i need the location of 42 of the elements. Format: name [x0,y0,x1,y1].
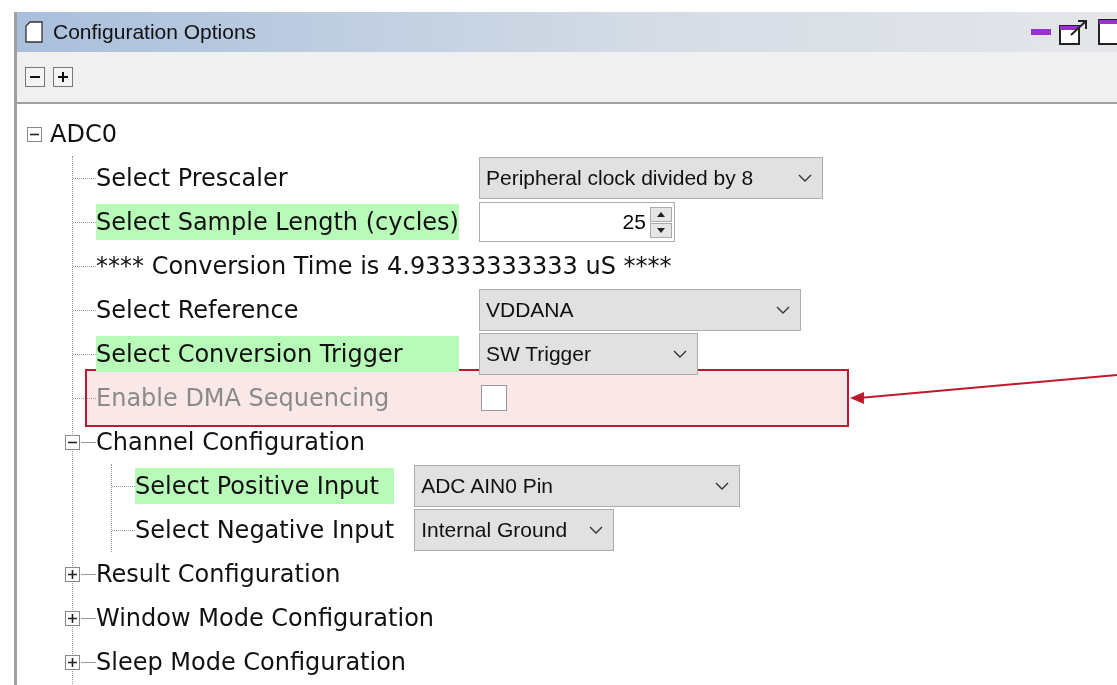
minimize-icon[interactable] [1031,28,1051,36]
dropdown[interactable]: SW Trigger [478,333,698,375]
dropdown[interactable]: ADC AIN0 Pin [414,465,741,507]
number-spinner[interactable]: 25 [478,202,675,242]
dropdown[interactable]: VDDANA [478,289,801,331]
tree-node[interactable]: Window Mode Configuration [96,600,823,636]
info-text: **** Conversion Time is 4.93333333333 uS **** [96,251,673,282]
document-icon [25,21,43,43]
chevron-icon [715,482,730,490]
up-arrow-icon [656,211,665,217]
expand-all-button[interactable] [53,67,73,87]
collapse-icon[interactable] [27,126,42,142]
expand-icon[interactable] [65,610,80,626]
panel-title: Configuration Options [53,19,257,46]
setting-label: Select Reference [96,295,300,326]
tree-node[interactable]: ADC0 [50,116,117,152]
tree-node[interactable]: Sleep Mode Configuration [96,644,823,680]
plus-icon [57,71,69,83]
maximize-icon[interactable] [1097,18,1117,46]
chevron-icon [797,174,812,182]
setting-label: Select Sample Length (cycles) [96,204,459,240]
tree-node[interactable]: Channel Configuration [96,424,823,460]
setting-label: Select Positive Input [135,468,395,504]
chevron-icon [589,526,604,534]
dropdown[interactable]: Internal Ground [414,509,615,551]
increment-button[interactable] [649,206,672,222]
collapse-all-button[interactable] [25,67,45,87]
setting-label: Select Negative Input [135,515,395,546]
dropdown[interactable]: Peripheral clock divided by 8 [478,157,823,199]
collapse-icon[interactable] [65,434,80,450]
chevron-icon [672,350,687,358]
setting-label: Select Conversion Trigger [96,336,459,372]
expand-icon[interactable] [65,654,80,670]
tree-node[interactable]: Result Configuration [96,556,823,592]
number-input[interactable]: 25 [479,206,648,238]
expand-icon[interactable] [65,566,80,582]
restore-icon[interactable] [1059,18,1089,46]
decrement-button[interactable] [649,222,672,238]
down-arrow-icon [656,227,665,233]
chevron-icon [775,306,790,314]
setting-label: Enable DMA Sequencing [96,383,391,414]
setting-label: Select Prescaler [96,163,289,194]
